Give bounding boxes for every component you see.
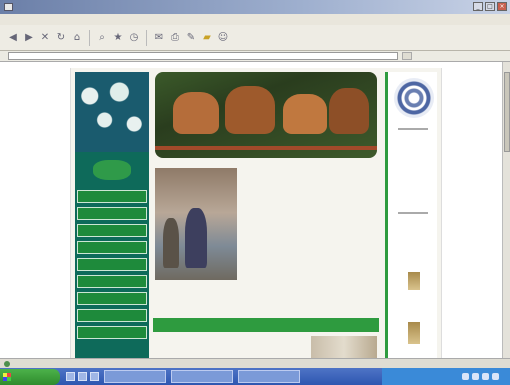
- site-logo[interactable]: [75, 72, 149, 152]
- divider: [398, 128, 428, 130]
- sponsor-logo[interactable]: [408, 272, 420, 290]
- person-figure: [185, 208, 207, 268]
- vertical-scrollbar[interactable]: [502, 62, 510, 358]
- history-icon[interactable]: ◷: [127, 29, 141, 47]
- taskbar-button[interactable]: [171, 370, 233, 383]
- quicklaunch-icon[interactable]: [66, 372, 75, 381]
- tagline-badge: [93, 160, 131, 180]
- favorites-icon[interactable]: ★: [111, 29, 125, 47]
- toolbar: ◀ ▶ ✕ ↻ ⌂ ⌕ ★ ◷ ✉ ⎙ ✎ ▰ ☺: [0, 25, 510, 51]
- quick-launch: [66, 372, 99, 381]
- start-button[interactable]: [0, 368, 60, 385]
- nav-item[interactable]: [77, 190, 147, 203]
- page-loaded-icon: [4, 361, 10, 367]
- forward-icon[interactable]: ▶: [22, 29, 36, 47]
- window-controls: _ □ ×: [473, 2, 507, 11]
- browser-icon: [4, 3, 13, 11]
- title-bar: _ □ ×: [0, 0, 510, 14]
- bottom-photo: [311, 336, 377, 360]
- tray-icon[interactable]: [482, 373, 489, 380]
- sponsor-logo[interactable]: [392, 237, 436, 247]
- quicklaunch-icon[interactable]: [90, 372, 99, 381]
- stop-icon[interactable]: ✕: [38, 29, 52, 47]
- sponsor-label: [392, 294, 436, 300]
- minimize-icon[interactable]: _: [473, 2, 483, 11]
- maximize-icon[interactable]: □: [485, 2, 495, 11]
- site-nav: [77, 190, 147, 343]
- left-column: [75, 72, 149, 360]
- back-icon[interactable]: ◀: [6, 29, 20, 47]
- content-photo: [155, 168, 237, 280]
- runner-figure: [329, 88, 369, 134]
- windows-logo-icon: [3, 372, 11, 381]
- runner-figure: [173, 92, 219, 134]
- nav-item[interactable]: [77, 241, 147, 254]
- nav-item[interactable]: [77, 258, 147, 271]
- track-line: [155, 146, 377, 150]
- runner-figure: [283, 94, 327, 134]
- address-bar: [0, 51, 510, 62]
- go-button[interactable]: [402, 52, 412, 60]
- sponsor-logo[interactable]: [392, 142, 436, 154]
- globe-logo[interactable]: [394, 78, 434, 118]
- search-icon[interactable]: ⌕: [95, 29, 109, 47]
- green-banner[interactable]: [153, 318, 379, 332]
- sponsor-logo[interactable]: [408, 322, 420, 344]
- sponsor-logo[interactable]: [392, 184, 436, 196]
- nav-item[interactable]: [77, 292, 147, 305]
- print-icon[interactable]: ⎙: [168, 29, 182, 47]
- taskbar-button[interactable]: [104, 370, 166, 383]
- nav-item[interactable]: [77, 224, 147, 237]
- sponsor-column: [385, 72, 437, 360]
- toolbar-separator: [146, 29, 147, 46]
- toolbar-separator: [89, 29, 90, 46]
- taskbar: [0, 368, 510, 385]
- runner-figure: [225, 86, 275, 134]
- nav-item[interactable]: [77, 207, 147, 220]
- refresh-icon[interactable]: ↻: [54, 29, 68, 47]
- tray-icon[interactable]: [472, 373, 479, 380]
- status-bar: [0, 358, 510, 368]
- discuss-icon[interactable]: ▰: [200, 29, 214, 47]
- web-page: [70, 68, 442, 360]
- menu-bar: [0, 14, 510, 25]
- sponsor-label: [392, 348, 436, 354]
- nav-item[interactable]: [77, 326, 147, 339]
- person-figure: [163, 218, 179, 268]
- nav-item[interactable]: [77, 309, 147, 322]
- mail-icon[interactable]: ✉: [152, 29, 166, 47]
- url-input[interactable]: [8, 52, 398, 60]
- taskbar-button[interactable]: [238, 370, 300, 383]
- home-icon[interactable]: ⌂: [70, 29, 84, 47]
- tray-icon[interactable]: [492, 373, 499, 380]
- browser-viewport: [0, 62, 502, 360]
- hero-image: [155, 72, 377, 158]
- quicklaunch-icon[interactable]: [78, 372, 87, 381]
- sponsor-logo[interactable]: [392, 164, 436, 174]
- scrollbar-thumb[interactable]: [504, 72, 510, 152]
- nav-item[interactable]: [77, 275, 147, 288]
- intro-text: [243, 168, 379, 178]
- tray-icon[interactable]: [462, 373, 469, 380]
- edit-icon[interactable]: ✎: [184, 29, 198, 47]
- divider: [398, 212, 428, 214]
- close-icon[interactable]: ×: [497, 2, 507, 11]
- system-tray: [382, 368, 510, 385]
- messenger-icon[interactable]: ☺: [216, 29, 230, 47]
